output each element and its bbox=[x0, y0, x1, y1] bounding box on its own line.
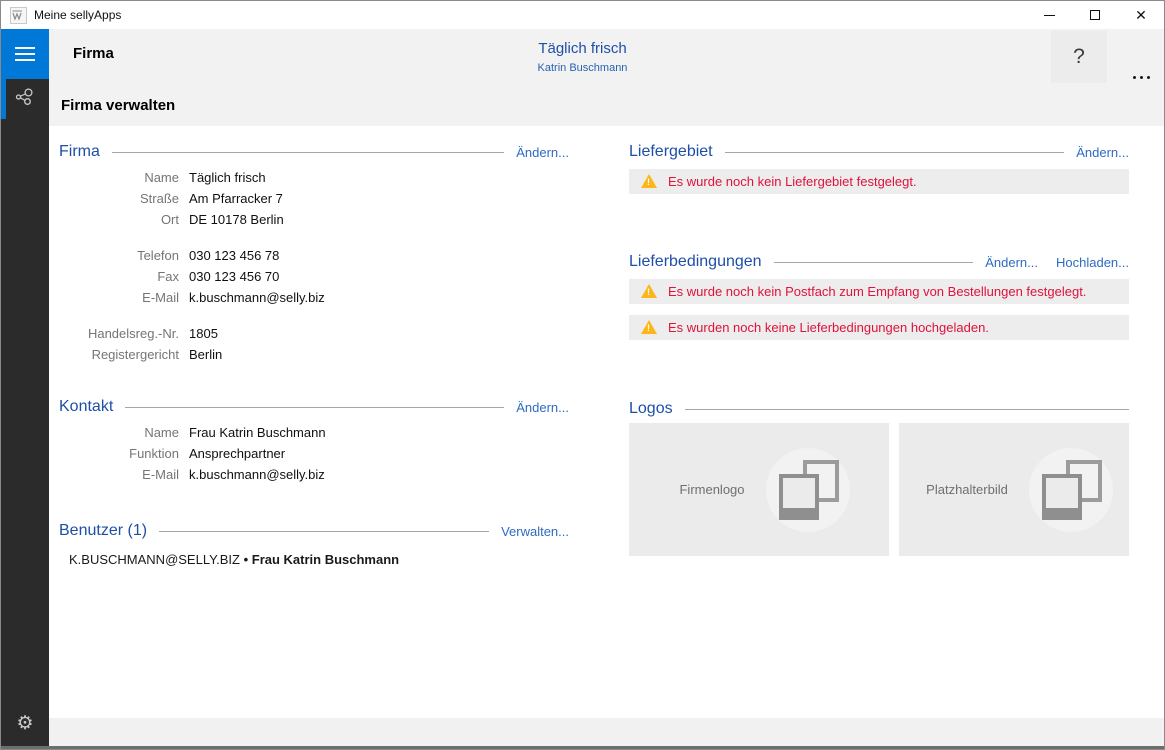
benutzer-manage-link[interactable]: Verwalten... bbox=[501, 524, 569, 539]
user-email: K.BUSCHMANN@SELLY.BIZ bbox=[69, 552, 240, 567]
section-lieferbedingungen: Lieferbedingungen Ändern... Hochladen...… bbox=[629, 252, 1129, 340]
sidebar-item-settings[interactable]: ⚙ bbox=[1, 706, 49, 740]
divider bbox=[725, 152, 1065, 153]
field-row: RegistergerichtBerlin bbox=[59, 344, 569, 365]
company-logo-placeholder[interactable]: Firmenlogo bbox=[629, 423, 889, 556]
status-bar bbox=[49, 718, 1164, 746]
close-button[interactable]: ✕ bbox=[1118, 1, 1164, 29]
placeholder-image-placeholder[interactable]: Platzhalterbild bbox=[899, 423, 1129, 556]
divider bbox=[774, 262, 974, 263]
kontakt-change-link[interactable]: Ändern... bbox=[516, 400, 569, 415]
close-icon: ✕ bbox=[1135, 8, 1147, 22]
help-icon: ? bbox=[1073, 45, 1085, 69]
column-right: Liefergebiet Ändern... ! Es wurde noch k… bbox=[629, 126, 1129, 556]
section-title-liefergebiet: Liefergebiet bbox=[629, 143, 713, 161]
field-row: Handelsreg.-Nr.1805 bbox=[59, 323, 569, 344]
user-name: Frau Katrin Buschmann bbox=[252, 552, 399, 567]
separator: • bbox=[244, 552, 249, 567]
maximize-icon bbox=[1090, 10, 1100, 20]
window-title: Meine sellyApps bbox=[34, 8, 121, 22]
warning-text: Es wurde noch kein Liefergebiet festgele… bbox=[668, 174, 917, 189]
liefergebiet-change-link[interactable]: Ändern... bbox=[1076, 145, 1129, 160]
lieferbedingungen-change-link[interactable]: Ändern... bbox=[985, 255, 1038, 270]
app-window: Meine sellyApps ✕ ⚙ bbox=[0, 0, 1165, 750]
section-liefergebiet: Liefergebiet Ändern... ! Es wurde noch k… bbox=[629, 142, 1129, 194]
section-benutzer: Benutzer (1) Verwalten... K.BUSCHMANN@SE… bbox=[59, 521, 569, 567]
section-title-benutzer: Benutzer (1) bbox=[59, 522, 147, 540]
section-title-logos: Logos bbox=[629, 400, 673, 418]
warning-triangle-icon: ! bbox=[641, 284, 657, 298]
maximize-button[interactable] bbox=[1072, 1, 1118, 29]
hamburger-menu-button[interactable] bbox=[1, 29, 49, 79]
header: Firma Täglich frisch Katrin Buschmann ? … bbox=[49, 29, 1164, 126]
lieferbedingungen-upload-link[interactable]: Hochladen... bbox=[1056, 255, 1129, 270]
field-row: StraßeAm Pfarracker 7 bbox=[59, 188, 569, 209]
warning-postfach: ! Es wurde noch kein Postfach zum Empfan… bbox=[629, 279, 1129, 304]
gear-icon: ⚙ bbox=[16, 714, 33, 733]
placeholder-label: Platzhalterbild bbox=[926, 482, 1008, 497]
field-row: Fax030 123 456 70 bbox=[59, 266, 569, 287]
more-options-button[interactable] bbox=[1133, 76, 1150, 79]
field-row: Telefon030 123 456 78 bbox=[59, 245, 569, 266]
warning-upload: ! Es wurden noch keine Lieferbedingungen… bbox=[629, 315, 1129, 340]
field-row: E-Mailk.buschmann@selly.biz bbox=[59, 464, 569, 485]
subheader-title: Firma verwalten bbox=[61, 97, 175, 114]
hamburger-icon bbox=[15, 53, 35, 55]
section-kontakt: Kontakt Ändern... NameFrau Katrin Buschm… bbox=[59, 397, 569, 485]
company-name: Täglich frisch bbox=[49, 40, 1116, 57]
minimize-icon bbox=[1044, 15, 1055, 16]
app-logo-icon bbox=[10, 7, 27, 24]
image-placeholder-icon bbox=[1040, 460, 1102, 520]
section-logos: Logos Firmenlogo Platzhalterbild bbox=[629, 399, 1129, 556]
section-title-kontakt: Kontakt bbox=[59, 398, 113, 416]
minimize-button[interactable] bbox=[1026, 1, 1072, 29]
column-left: Firma Ändern... NameTäglich frisch Straß… bbox=[59, 126, 569, 567]
content: Firma Ändern... NameTäglich frisch Straß… bbox=[49, 126, 1164, 718]
field-row: E-Mailk.buschmann@selly.biz bbox=[59, 287, 569, 308]
warning-text: Es wurde noch kein Postfach zum Empfang … bbox=[668, 284, 1086, 299]
image-placeholder-icon bbox=[777, 460, 839, 520]
section-title-firma: Firma bbox=[59, 143, 100, 161]
user-list-item: K.BUSCHMANN@SELLY.BIZ • Frau Katrin Busc… bbox=[59, 552, 569, 567]
window-bottom-edge bbox=[1, 746, 1164, 749]
field-row: NameTäglich frisch bbox=[59, 167, 569, 188]
ellipsis-icon bbox=[1133, 76, 1136, 79]
section-title-lieferbedingungen: Lieferbedingungen bbox=[629, 253, 762, 271]
field-row: OrtDE 10178 Berlin bbox=[59, 209, 569, 230]
firma-change-link[interactable]: Ändern... bbox=[516, 145, 569, 160]
section-firma: Firma Ändern... NameTäglich frisch Straß… bbox=[59, 142, 569, 365]
placeholder-label: Firmenlogo bbox=[679, 482, 744, 497]
divider bbox=[685, 409, 1129, 410]
window-controls: ✕ bbox=[1026, 1, 1164, 29]
divider bbox=[112, 152, 504, 153]
divider bbox=[125, 407, 504, 408]
warning-triangle-icon: ! bbox=[641, 174, 657, 188]
warning-triangle-icon: ! bbox=[641, 320, 657, 334]
sidebar: ⚙ bbox=[1, 29, 49, 746]
warning-liefergebiet: ! Es wurde noch kein Liefergebiet festge… bbox=[629, 169, 1129, 194]
warning-text: Es wurden noch keine Lieferbedingungen h… bbox=[668, 320, 989, 335]
help-button[interactable]: ? bbox=[1051, 31, 1107, 83]
share-network-icon bbox=[13, 85, 37, 114]
field-row: FunktionAnsprechpartner bbox=[59, 443, 569, 464]
titlebar: Meine sellyApps ✕ bbox=[1, 1, 1164, 29]
company-user: Katrin Buschmann bbox=[49, 62, 1116, 74]
divider bbox=[159, 531, 489, 532]
sidebar-item-network[interactable] bbox=[1, 79, 49, 119]
field-row: NameFrau Katrin Buschmann bbox=[59, 422, 569, 443]
company-block[interactable]: Täglich frisch Katrin Buschmann bbox=[49, 40, 1116, 74]
